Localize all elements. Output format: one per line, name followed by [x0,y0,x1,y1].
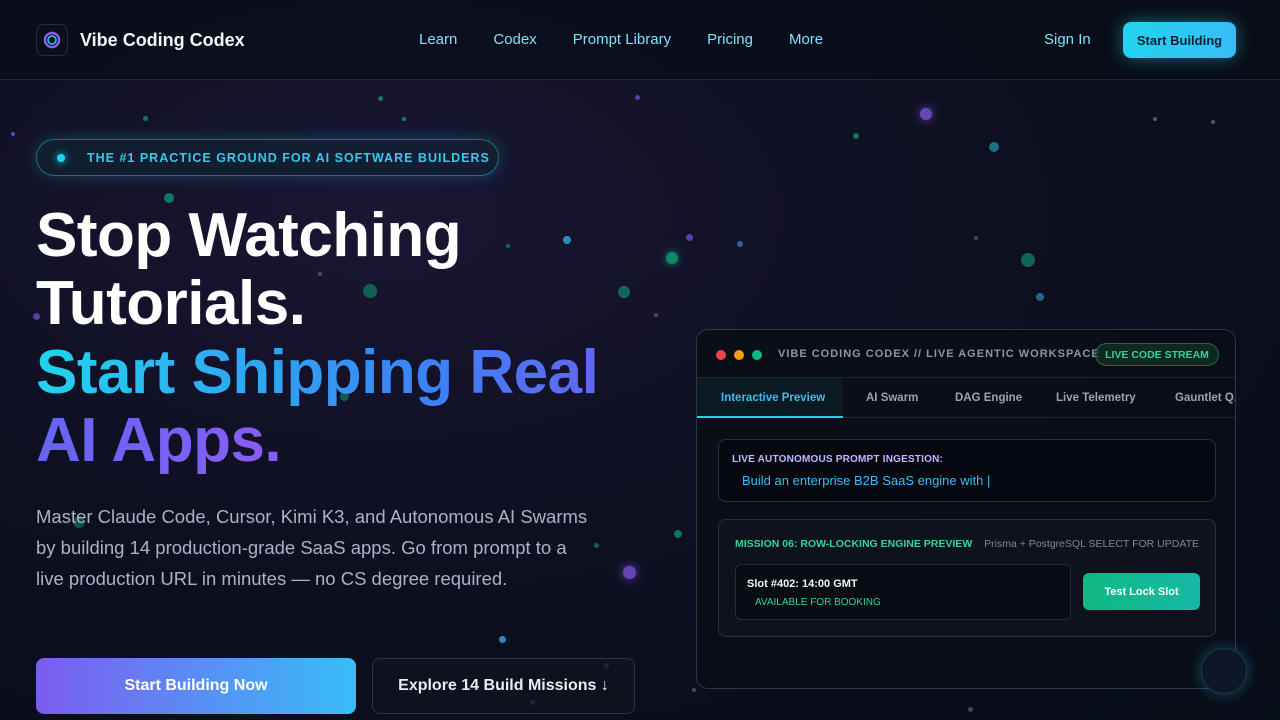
brand-name: Vibe Coding Codex [80,29,245,50]
mission-meta: Prisma + PostgreSQL SELECT FOR UPDATE [984,538,1199,550]
window-close-dot-icon [716,350,726,360]
pill-text: THE #1 PRACTICE GROUND FOR AI SOFTWARE B… [87,150,490,165]
window-minimize-dot-icon [734,350,744,360]
start-building-now-button[interactable]: Start Building Now [36,658,356,714]
slot-status: AVAILABLE FOR BOOKING [755,597,881,608]
panel-tabs: Interactive Preview AI Swarm DAG Engine … [697,378,1235,418]
slot-title: Slot #402: 14:00 GMT [747,578,858,590]
hero-subtitle: Master Claude Code, Cursor, Kimi K3, and… [36,506,588,589]
tab-dag-engine[interactable]: DAG Engine [955,378,1022,418]
headline-line-3: Start Shipping Real [36,338,599,407]
nav-links: Learn Codex Prompt Library Pricing More [419,31,823,48]
panel-title: VIBE CODING CODEX // LIVE AGENTIC WORKSP… [778,348,1100,360]
brand[interactable]: Vibe Coding Codex [36,24,245,56]
nav-link-codex[interactable]: Codex [493,31,536,48]
nav-link-pricing[interactable]: Pricing [707,31,753,48]
headline-line-2: Tutorials. [36,269,306,338]
tab-gauntlet[interactable]: Gauntlet Q... [1175,378,1235,418]
booking-slot-card: Slot #402: 14:00 GMT AVAILABLE FOR BOOKI… [735,564,1071,620]
test-lock-slot-button[interactable]: Test Lock Slot [1083,573,1200,610]
pulse-dot-icon [57,153,65,162]
chat-widget-button[interactable] [1201,648,1247,694]
headline-line-4: AI Apps. [36,406,282,475]
tab-ai-swarm[interactable]: AI Swarm [866,378,918,418]
nav-link-learn[interactable]: Learn [419,31,457,48]
prompt-ingestion-box: LIVE AUTONOMOUS PROMPT INGESTION: Build … [718,439,1216,502]
mission-preview-box: MISSION 06: ROW-LOCKING ENGINE PREVIEW P… [718,519,1216,637]
nav-link-prompt-library[interactable]: Prompt Library [573,31,671,48]
live-code-stream-badge: LIVE CODE STREAM [1095,343,1219,366]
orb-logo-icon [36,24,68,56]
top-navbar: Vibe Coding Codex Learn Codex Prompt Lib… [0,0,1280,80]
nav-link-more[interactable]: More [789,31,823,48]
mission-label: MISSION 06: ROW-LOCKING ENGINE PREVIEW [735,538,973,550]
start-building-button[interactable]: Start Building [1123,22,1236,58]
prompt-stream-text: Build an enterprise B2B SaaS engine with… [742,473,991,488]
headline-line-1: Stop Watching [36,201,462,270]
panel-header: VIBE CODING CODEX // LIVE AGENTIC WORKSP… [697,330,1235,378]
window-maximize-dot-icon [752,350,762,360]
tab-interactive-preview[interactable]: Interactive Preview [697,378,843,418]
live-workspace-panel: VIBE CODING CODEX // LIVE AGENTIC WORKSP… [696,329,1236,689]
explore-missions-button[interactable]: Explore 14 Build Missions ↓ [372,658,635,714]
prompt-label: LIVE AUTONOMOUS PROMPT INGESTION: [732,454,944,465]
hero-pill-badge: THE #1 PRACTICE GROUND FOR AI SOFTWARE B… [36,139,499,176]
sign-in-link[interactable]: Sign In [1044,31,1091,48]
tab-live-telemetry[interactable]: Live Telemetry [1056,378,1136,418]
